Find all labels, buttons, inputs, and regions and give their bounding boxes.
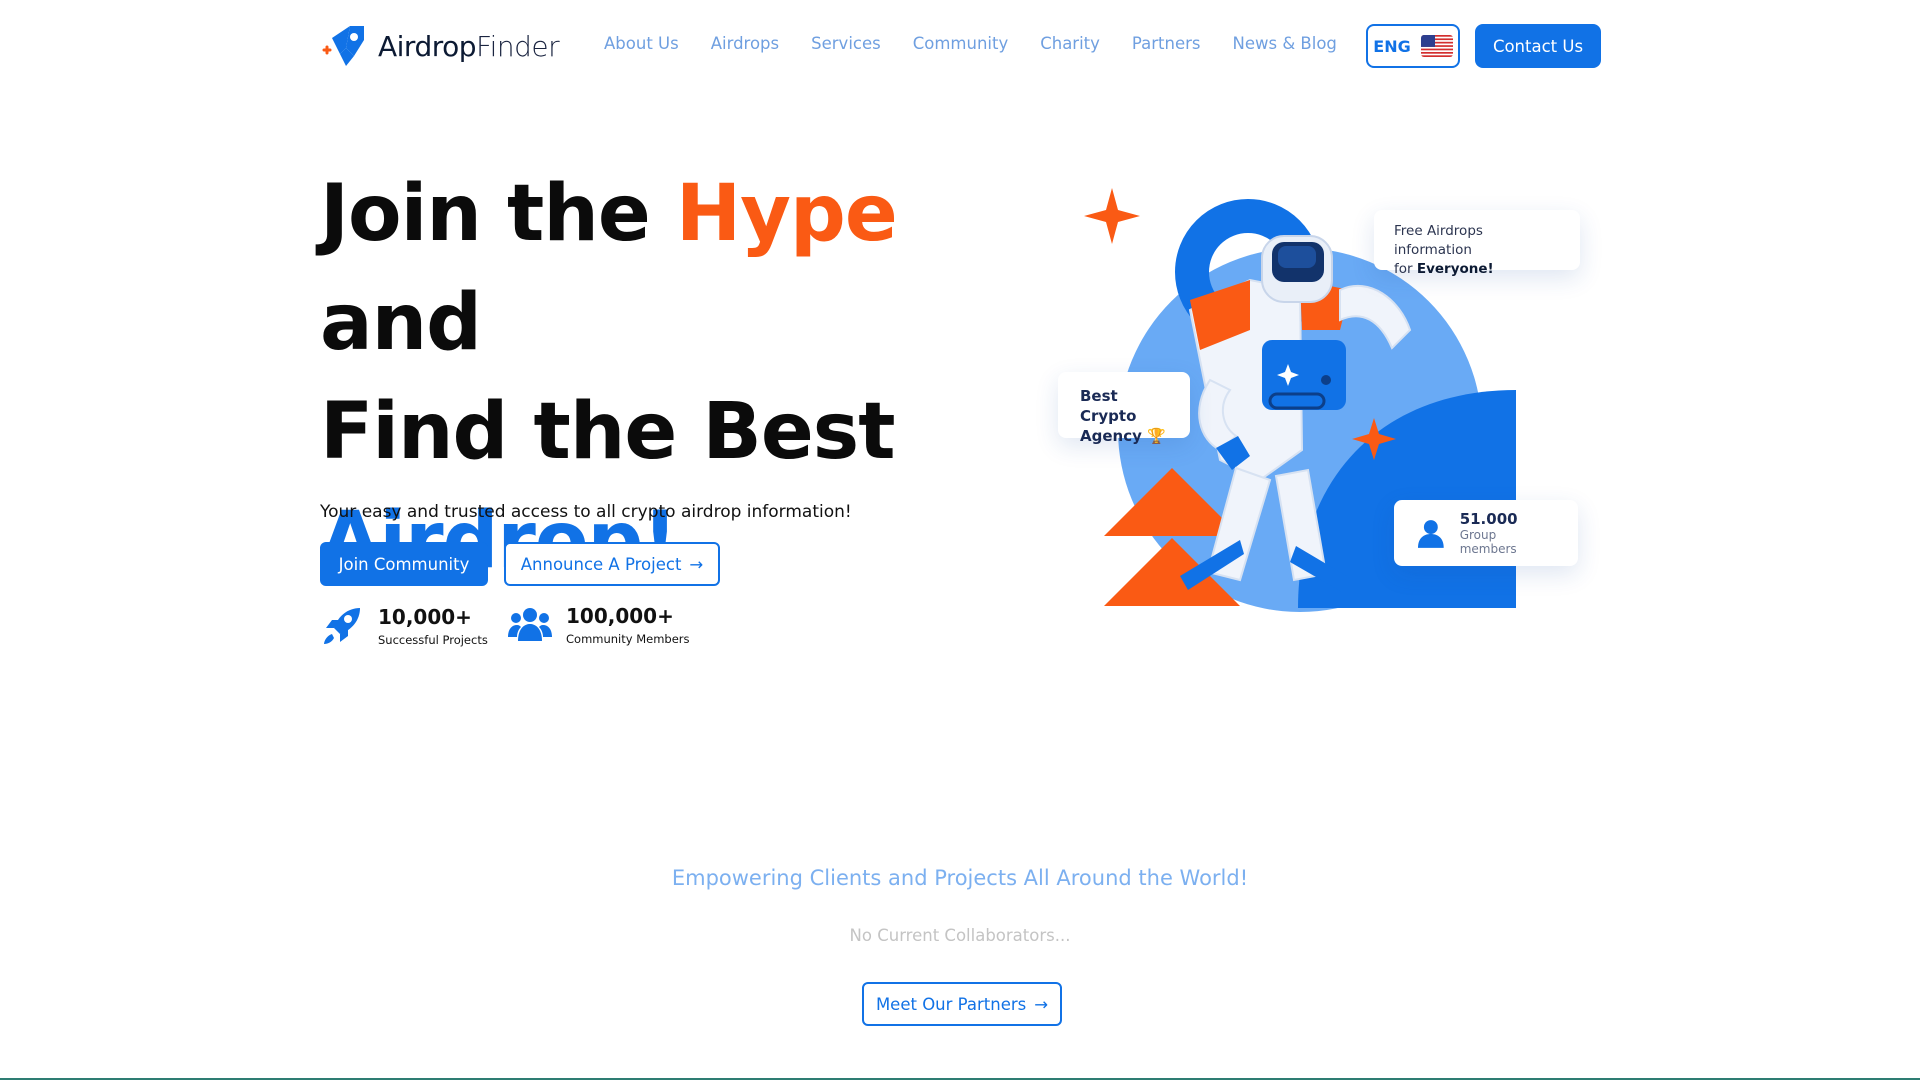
stat-members-label: Community Members: [566, 632, 690, 646]
rocket-icon: [324, 608, 360, 644]
stat-projects-value: 10,000+: [378, 605, 472, 629]
logo-text: AirdropFinder: [378, 29, 560, 63]
nav-services[interactable]: Services: [811, 34, 881, 53]
partners-title: Empowering Clients and Projects All Arou…: [671, 866, 1249, 890]
language-selector[interactable]: ENG: [1366, 24, 1460, 68]
free-airdrops-line2: for Everyone!: [1394, 261, 1494, 277]
group-members-card: 51.000 Group members: [1394, 500, 1578, 566]
nav-airdrops[interactable]: Airdrops: [711, 34, 779, 53]
group-members-value: 51.000: [1459, 510, 1518, 528]
announce-project-button[interactable]: Announce A Project →: [504, 542, 720, 586]
announce-project-label: Announce A Project: [520, 554, 682, 574]
main-menu: About Us Airdrops Services Community Cha…: [604, 34, 1369, 53]
language-label: ENG: [1373, 36, 1411, 56]
contact-us-button[interactable]: Contact Us: [1475, 24, 1601, 68]
best-agency-line1: Best Crypto: [1080, 387, 1137, 425]
user-icon: [1417, 520, 1444, 548]
hero-line1: Join the Hype and: [320, 169, 898, 368]
best-agency-line2: Agency 🏆: [1080, 427, 1166, 445]
nav-partners[interactable]: Partners: [1132, 34, 1201, 53]
arrow-right-icon: →: [1034, 994, 1049, 1014]
logo[interactable]: AirdropFinder: [320, 24, 560, 68]
us-flag-icon: [1420, 35, 1453, 57]
users-icon: [508, 608, 552, 641]
logo-icon: [322, 26, 364, 66]
nav-news-blog[interactable]: News & Blog: [1232, 34, 1336, 53]
group-members-label: Group members: [1459, 528, 1517, 556]
partners-empty-text: No Current Collaborators...: [849, 926, 1071, 945]
stat-members: 100,000+ Community Members: [508, 604, 690, 646]
hero-illustration: Free Airdrops information for Everyone! …: [1040, 180, 1600, 620]
best-agency-card: Best Crypto Agency 🏆: [1058, 372, 1190, 445]
top-nav: AirdropFinder About Us Airdrops Services…: [0, 0, 1920, 92]
free-airdrops-line1: Free Airdrops information: [1394, 223, 1483, 258]
hero-highlight-hype: Hype: [675, 169, 898, 259]
join-community-button[interactable]: Join Community: [320, 542, 488, 586]
stat-projects: 10,000+ Successful Projects: [320, 604, 488, 648]
hero-title: Join the Hype and Find the Best Airdrop!: [320, 160, 1040, 596]
arrow-right-icon: →: [689, 554, 704, 574]
nav-community[interactable]: Community: [913, 34, 1009, 53]
meet-partners-label: Meet Our Partners: [875, 994, 1027, 1014]
hero-line2: Find the Best: [320, 387, 895, 477]
hero-subtitle: Your easy and trusted access to all cryp…: [320, 502, 852, 522]
stat-members-value: 100,000+: [566, 604, 674, 628]
nav-charity[interactable]: Charity: [1040, 34, 1100, 53]
meet-partners-button[interactable]: Meet Our Partners →: [862, 982, 1062, 1026]
stat-projects-label: Successful Projects: [378, 633, 488, 647]
nav-about-us[interactable]: About Us: [604, 34, 679, 53]
free-airdrops-card: Free Airdrops information for Everyone!: [1374, 210, 1580, 277]
